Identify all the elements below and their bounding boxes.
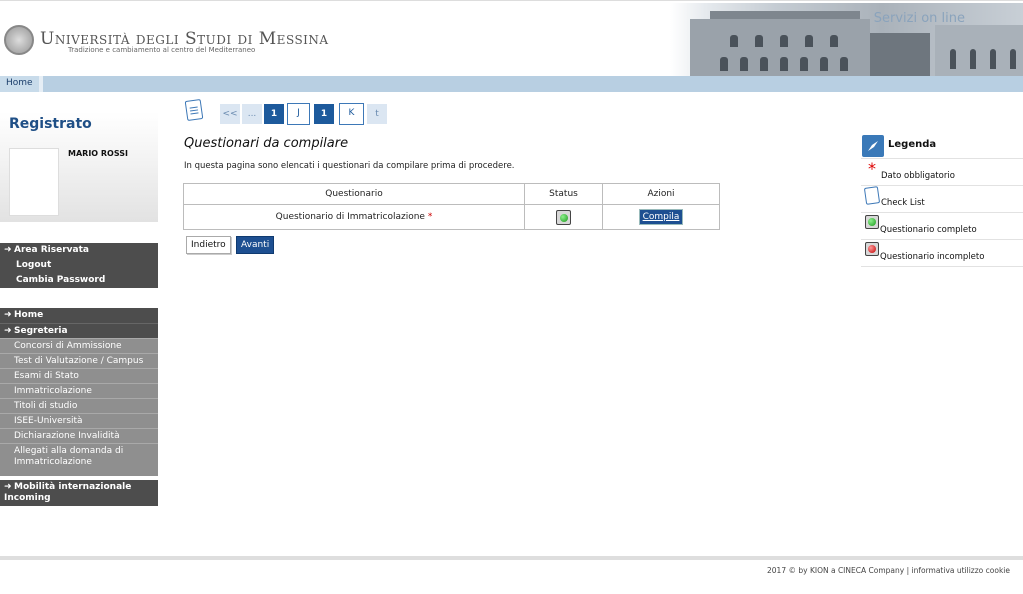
legend-panel: Legenda * Dato obbligatorio Check List Q… [861,132,1023,267]
table-cell-status [524,204,603,230]
legend-item: * Dato obbligatorio [861,159,1023,186]
legend-label: Check List [881,198,925,208]
status-complete-icon [865,215,879,229]
pager-step-t[interactable]: t [367,104,387,124]
table-cell-azioni: Compila [602,204,720,230]
status-complete-icon [556,209,571,225]
legend-label: Dato obbligatorio [881,171,955,181]
questionnaire-name: Questionario di Immatricolazione [275,212,425,222]
user-name: MARIO ROSSI [68,149,128,158]
footer-copyright: 2017 © by KION a CINECA Company [767,566,905,575]
table-row: Questionario di Immatricolazione * Compi… [183,204,720,230]
university-tagline: Tradizione e cambiamento al centro del M… [68,46,256,54]
footer-cookie-link[interactable]: informativa utilizzo cookie [912,566,1011,575]
menu-item-invalidita[interactable]: Dichiarazione Invalidità [0,428,158,443]
table-header-azioni: Azioni [602,183,720,205]
menu-item-isee[interactable]: ISEE-Università [0,413,158,428]
checklist-icon [863,186,881,205]
legend-label: Questionario incompleto [880,252,985,262]
page-footer: 2017 © by KION a CINECA Company | inform… [767,566,1010,575]
legend-item: Questionario completo [861,213,1023,240]
top-nav-bar: Home [0,76,1023,92]
footer-separator: | [906,566,910,575]
legend-item: Questionario incompleto [861,240,1023,267]
questionnaire-table: Questionario Status Azioni Questionario … [183,183,720,230]
menu-cambia-password[interactable]: Cambia Password [0,273,158,288]
required-star-icon: * [868,159,876,178]
user-status-title: Registrato [9,116,92,132]
menu-logout[interactable]: Logout [0,258,158,273]
arrow-right-icon: ➜ [4,482,12,492]
pager-step-k[interactable]: K [339,103,364,125]
page-header: Università degli Studi di Messina Tradiz… [0,0,1023,77]
back-button[interactable]: Indietro [186,236,231,254]
page-title: Questionari da compilare [184,136,349,151]
pager-step-j[interactable]: J [287,103,310,125]
footer-divider [0,556,1023,560]
status-incomplete-icon [865,242,879,256]
main-menu: ➜ Home ➜ Segreteria Concorsi di Ammissione… [0,308,158,506]
arrow-right-icon: ➜ [4,310,12,320]
legend-header: Legenda [861,132,1023,159]
menu-area-riservata[interactable]: ➜ Area Riservata [0,243,158,258]
checklist-icon[interactable] [184,98,204,122]
pager-step-current[interactable]: 1 [314,104,334,124]
page-intro-text: In questa pagina sono elencati i questio… [184,161,515,171]
next-button[interactable]: Avanti [236,236,275,254]
pager-first[interactable]: << [220,104,240,124]
legend-title: Legenda [888,139,937,150]
pin-icon [862,135,884,157]
arrow-right-icon: ➜ [4,245,12,255]
user-panel: Registrato MARIO ROSSI [0,112,158,222]
table-header-questionario: Questionario [183,183,525,205]
servizi-online-label: Servizi on line [873,11,965,26]
table-cell-questionario: Questionario di Immatricolazione * [183,204,525,230]
table-header-status: Status [524,183,603,205]
user-avatar [9,148,59,216]
menu-item-esami-stato[interactable]: Esami di Stato [0,368,158,383]
menu-item-titoli-studio[interactable]: Titoli di studio [0,398,158,413]
menu-mobilita[interactable]: ➜ Mobilità internazionale Incoming [0,476,158,506]
arrow-right-icon: ➜ [4,326,12,336]
university-seal-logo [4,25,34,55]
required-star-icon: * [427,212,433,222]
account-menu: ➜ Area Riservata Logout Cambia Password [0,243,158,288]
pager-ellipsis[interactable]: ... [242,104,262,124]
menu-segreteria[interactable]: ➜ Segreteria [0,323,158,338]
nav-home-link[interactable]: Home [0,76,43,92]
menu-home[interactable]: ➜ Home [0,308,158,323]
compila-button[interactable]: Compila [638,209,684,225]
header-banner-image: Servizi on line [670,3,1023,77]
pager-step-1[interactable]: 1 [264,104,284,124]
legend-label: Questionario completo [880,225,977,235]
menu-item-test-valutazione[interactable]: Test di Valutazione / Campus [0,353,158,368]
menu-item-immatricolazione[interactable]: Immatricolazione [0,383,158,398]
menu-item-allegati[interactable]: Allegati alla domanda di Immatricolazion… [0,443,158,476]
menu-item-concorsi[interactable]: Concorsi di Ammissione [0,338,158,353]
legend-item: Check List [861,186,1023,213]
